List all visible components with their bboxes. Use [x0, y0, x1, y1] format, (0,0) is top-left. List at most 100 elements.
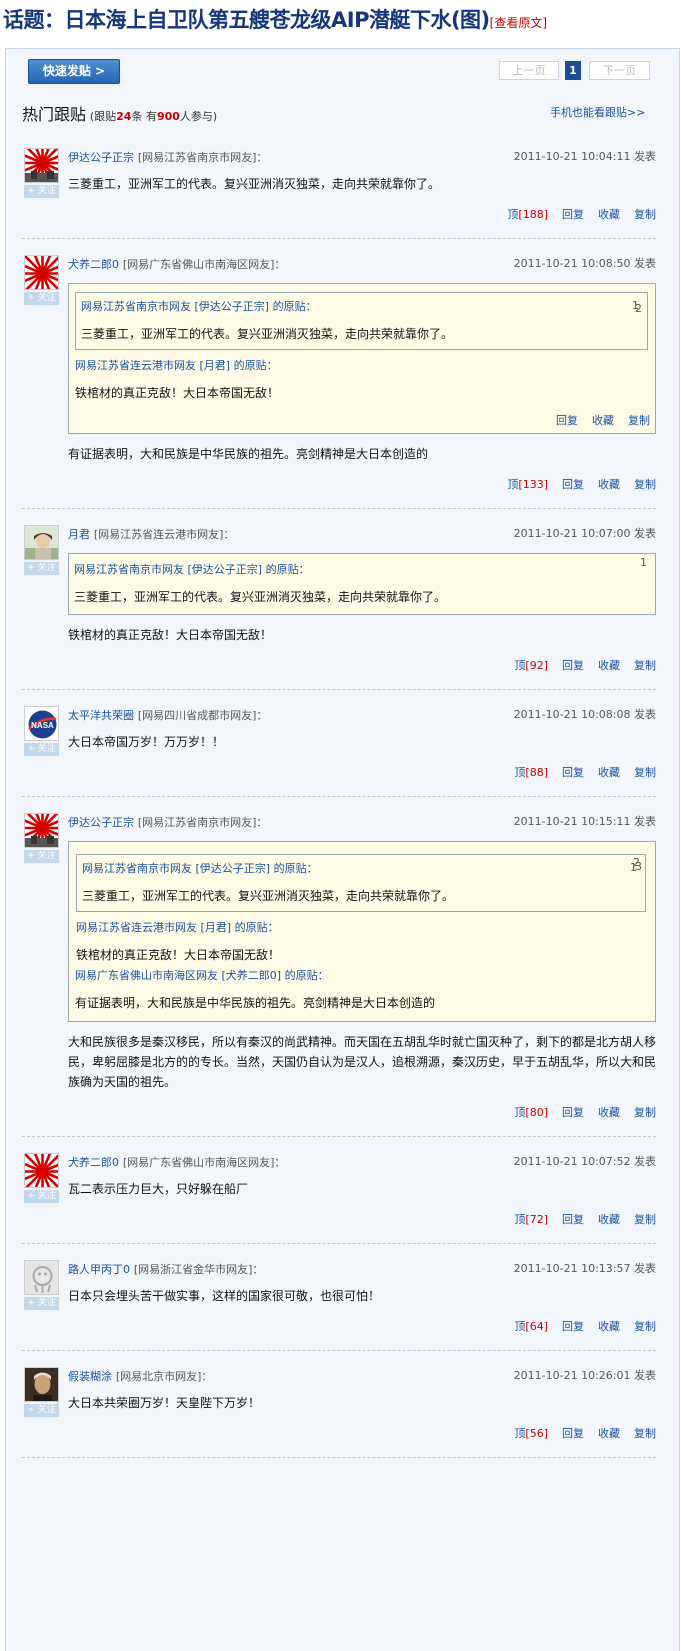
- comments-panel: 快速发贴 > 上一页 1 下一页 热门跟贴 (跟贴24条 有900人参与) 手机…: [5, 48, 680, 1651]
- follow-button[interactable]: + 关注: [24, 743, 59, 756]
- copy-link[interactable]: 复制: [634, 208, 656, 221]
- quick-post-button[interactable]: 快速发贴 >: [28, 59, 120, 84]
- quote-author[interactable]: 网易江苏省南京市网友 [伊达公子正宗] 的原贴：: [74, 562, 650, 578]
- rising-sun-avatar[interactable]: [24, 1153, 59, 1188]
- collect-link[interactable]: 收藏: [598, 1213, 620, 1226]
- quote-author[interactable]: 网易江苏省连云港市网友 [月君] 的原贴：: [75, 358, 648, 374]
- quote-collect-link[interactable]: 收藏: [592, 414, 614, 427]
- mobile-link[interactable]: 手机也能看跟贴>>: [550, 104, 645, 120]
- follow-button[interactable]: + 关注: [24, 562, 59, 575]
- post: + 关注 路人甲丙丁0 [网易浙江省金华市网友]： 2011-10-21 10:13…: [22, 1244, 656, 1351]
- rising-sun-avatar[interactable]: [24, 813, 59, 848]
- ghost-avatar[interactable]: [24, 1260, 59, 1295]
- author-location: [网易浙江省金华市网友]：: [133, 1263, 264, 1276]
- quote-block: 网易江苏省南京市网友 [伊达公子正宗] 的原贴： 1 三菱重工，亚洲军工的代表。复兴…: [75, 850, 648, 968]
- author-name[interactable]: 伊达公子正宗: [68, 151, 134, 164]
- post: + 关注 犬养二郎0 [网易广东省佛山市南海区网友]： 2011-10-21 10:…: [22, 1137, 656, 1244]
- copy-link[interactable]: 复制: [634, 766, 656, 779]
- author-location: [网易广东省佛山市南海区网友]：: [122, 1156, 286, 1169]
- author-location: [网易江苏省连云港市网友]：: [93, 528, 235, 541]
- collect-link[interactable]: 收藏: [598, 766, 620, 779]
- quote-box: 网易江苏省南京市网友 [伊达公子正宗] 的原贴： 1 三菱重工，亚洲军工的代表。复兴…: [68, 553, 656, 615]
- up-vote-link[interactable]: 顶[80]: [514, 1106, 548, 1119]
- quote-author[interactable]: 网易广东省佛山市南海区网友 [犬养二郎0] 的原贴：: [75, 968, 648, 984]
- up-vote-link[interactable]: 顶[133]: [507, 478, 548, 491]
- next-page-button[interactable]: 下一页: [589, 61, 650, 80]
- follow-button[interactable]: + 关注: [24, 1190, 59, 1203]
- quote-author[interactable]: 网易江苏省南京市网友 [伊达公子正宗] 的原贴：: [81, 299, 642, 315]
- follow-button[interactable]: + 关注: [24, 1404, 59, 1417]
- up-vote-link[interactable]: 顶[56]: [514, 1427, 548, 1440]
- follow-button[interactable]: + 关注: [24, 1297, 59, 1310]
- author-name[interactable]: 犬养二郎0: [68, 258, 119, 271]
- up-vote-link[interactable]: 顶[188]: [507, 208, 548, 221]
- quote-copy-link[interactable]: 复制: [628, 414, 650, 427]
- quote-text: 三菱重工，亚洲军工的代表。复兴亚洲消灭独菜，走向共荣就靠你了。: [82, 889, 455, 903]
- view-original-link[interactable]: [查看原文]: [490, 16, 547, 30]
- portrait-avatar[interactable]: [24, 1367, 59, 1402]
- current-page[interactable]: 1: [565, 61, 581, 80]
- quote-text: 有证据表明，大和民族是中华民族的祖先。亮剑精神是大日本创造的: [75, 996, 436, 1010]
- up-vote-link[interactable]: 顶[72]: [514, 1213, 548, 1226]
- copy-link[interactable]: 复制: [634, 659, 656, 672]
- author-name[interactable]: 路人甲丙丁0: [68, 1263, 130, 1276]
- author-name[interactable]: 太平洋共荣圈: [68, 709, 134, 722]
- person-avatar[interactable]: [24, 525, 59, 560]
- quote-floor: 2: [635, 302, 642, 315]
- collect-link[interactable]: 收藏: [598, 1320, 620, 1333]
- reply-link[interactable]: 回复: [562, 1320, 584, 1333]
- post-time: 2011-10-21 10:08:08 发表: [513, 708, 656, 721]
- quote-author[interactable]: 网易江苏省南京市网友 [伊达公子正宗] 的原贴：: [82, 861, 640, 877]
- up-vote-link[interactable]: 顶[92]: [514, 659, 548, 672]
- follow-button[interactable]: + 关注: [24, 185, 59, 198]
- collect-link[interactable]: 收藏: [598, 1106, 620, 1119]
- quote-block: 网易江苏省南京市网友 [伊达公子正宗] 的原贴： 1 三菱重工，亚洲军工的代表。复兴…: [74, 556, 650, 606]
- copy-link[interactable]: 复制: [634, 1427, 656, 1440]
- author-name[interactable]: 伊达公子正宗: [68, 816, 134, 829]
- post-meta: 伊达公子正宗 [网易江苏省南京市网友]： 2011-10-21 10:04:11 …: [68, 148, 656, 168]
- collect-link[interactable]: 收藏: [598, 208, 620, 221]
- post-meta: 太平洋共荣圈 [网易四川省成都市网友]： 2011-10-21 10:08:08 …: [68, 706, 656, 726]
- nasa-avatar[interactable]: NASA: [24, 706, 59, 741]
- up-vote-link[interactable]: 顶[64]: [514, 1320, 548, 1333]
- author-name[interactable]: 犬养二郎0: [68, 1156, 119, 1169]
- quote-actions: 回复 收藏 复制: [74, 412, 650, 428]
- collect-link[interactable]: 收藏: [598, 478, 620, 491]
- reply-link[interactable]: 回复: [562, 1213, 584, 1226]
- reply-link[interactable]: 回复: [562, 478, 584, 491]
- up-vote-link[interactable]: 顶[88]: [514, 766, 548, 779]
- quote-reply-link[interactable]: 回复: [556, 414, 578, 427]
- collect-link[interactable]: 收藏: [598, 659, 620, 672]
- copy-link[interactable]: 复制: [634, 1213, 656, 1226]
- prev-page-button[interactable]: 上一页: [499, 61, 559, 80]
- up-vote-count: [72]: [525, 1213, 548, 1226]
- follow-button[interactable]: + 关注: [24, 850, 59, 863]
- rising-sun-image: [25, 1154, 58, 1187]
- author-name[interactable]: 假装糊涂: [68, 1370, 112, 1383]
- person-image: [25, 526, 58, 559]
- reply-link[interactable]: 回复: [562, 659, 584, 672]
- copy-link[interactable]: 复制: [634, 478, 656, 491]
- reply-link[interactable]: 回复: [562, 1106, 584, 1119]
- rising-sun-avatar[interactable]: [24, 255, 59, 290]
- rising-sun-image: [25, 256, 58, 289]
- post-actions: 顶[133] 回复 收藏 复制: [68, 476, 656, 492]
- portrait-image: [25, 1368, 58, 1401]
- copy-link[interactable]: 复制: [634, 1106, 656, 1119]
- quote-box: 网易江苏省南京市网友 [伊达公子正宗] 的原贴： 1 三菱重工，亚洲军工的代表。复兴…: [68, 841, 656, 1022]
- follow-button[interactable]: + 关注: [24, 292, 59, 305]
- reply-link[interactable]: 回复: [562, 1427, 584, 1440]
- quote-author[interactable]: 网易江苏省连云港市网友 [月君] 的原贴：: [76, 920, 646, 936]
- reply-count: 24: [116, 110, 132, 123]
- rising-sun-avatar[interactable]: [24, 148, 59, 183]
- hot-header: 热门跟贴 (跟贴24条 有900人参与): [22, 101, 217, 125]
- author-name[interactable]: 月君: [68, 528, 90, 541]
- reply-link[interactable]: 回复: [562, 766, 584, 779]
- collect-link[interactable]: 收藏: [598, 1427, 620, 1440]
- copy-link[interactable]: 复制: [634, 1320, 656, 1333]
- post: + 关注 假装糊涂 [网易北京市网友]： 2011-10-21 10:26:01 发…: [22, 1351, 656, 1458]
- post-actions: 顶[72] 回复 收藏 复制: [68, 1211, 656, 1227]
- post-actions: 顶[188] 回复 收藏 复制: [68, 206, 656, 222]
- reply-link[interactable]: 回复: [562, 208, 584, 221]
- post-meta: 犬养二郎0 [网易广东省佛山市南海区网友]： 2011-10-21 10:08:5…: [68, 255, 656, 275]
